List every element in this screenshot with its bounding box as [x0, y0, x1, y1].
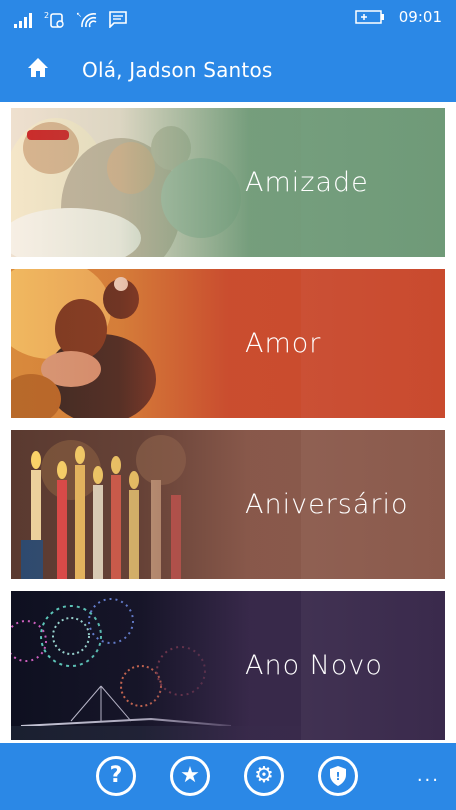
help-button[interactable]: ? [96, 756, 136, 796]
category-list: Amizade Amor Aniversário Ano Novo [0, 102, 456, 742]
home-icon [28, 58, 48, 77]
status-right: 09:01 [355, 8, 442, 26]
signal-icon [14, 13, 32, 28]
category-card-aniversario[interactable]: Aniversário [11, 430, 445, 579]
svg-text:2: 2 [44, 11, 49, 20]
settings-button[interactable]: ⚙ [244, 756, 284, 796]
status-time: 09:01 [398, 8, 442, 26]
shield-icon: ! [330, 766, 346, 786]
status-bar: 2 ↖ 09:01 [0, 0, 456, 36]
home-button[interactable] [24, 54, 52, 82]
wifi-icon: ↖ [76, 11, 97, 28]
favorites-button[interactable]: ★ [170, 756, 210, 796]
page-title: Olá, Jadson Santos [82, 58, 273, 82]
more-button[interactable]: ... [417, 765, 440, 786]
shield-glyph: ! [335, 770, 340, 783]
category-card-ano-novo[interactable]: Ano Novo [11, 591, 445, 740]
bottom-app-bar: ? ★ ⚙ ! ... [0, 743, 456, 810]
status-icons: 2 ↖ [14, 8, 128, 28]
category-label: Amizade [245, 167, 369, 198]
card-overlay [11, 269, 445, 418]
category-label: Aniversário [245, 489, 409, 520]
category-label: Amor [245, 328, 322, 359]
category-card-amor[interactable]: Amor [11, 269, 445, 418]
privacy-button[interactable]: ! [318, 756, 358, 796]
star-icon: ★ [180, 763, 200, 788]
svg-text:↖: ↖ [76, 11, 82, 19]
settings-icon: ⚙ [254, 763, 274, 788]
sim-2-icon: 2 [44, 11, 64, 28]
category-card-amizade[interactable]: Amizade [11, 108, 445, 257]
card-overlay [11, 108, 445, 257]
battery-charging-icon [355, 10, 384, 24]
message-icon [109, 11, 127, 28]
category-label: Ano Novo [245, 650, 383, 681]
app-header: Olá, Jadson Santos [0, 36, 456, 102]
help-icon: ? [109, 763, 123, 788]
